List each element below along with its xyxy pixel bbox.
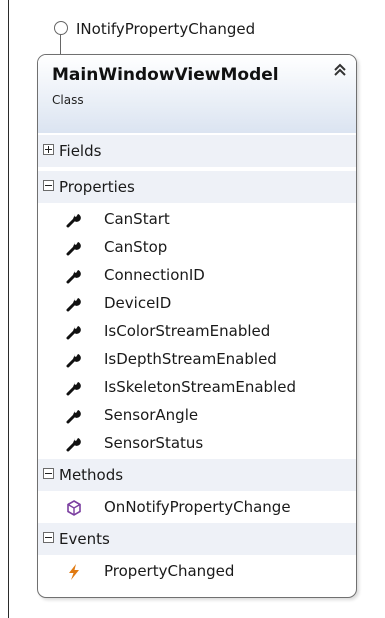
method-name: OnNotifyPropertyChange	[104, 498, 291, 516]
class-header[interactable]: MainWindowViewModel Class	[38, 55, 356, 133]
section-properties[interactable]: Properties	[38, 171, 356, 203]
wrench-icon	[65, 435, 83, 453]
wrench-icon	[65, 323, 83, 341]
wrench-icon	[65, 407, 83, 425]
property-item[interactable]: CanStart	[38, 205, 356, 233]
property-name: IsColorStreamEnabled	[104, 322, 271, 340]
wrench-icon	[65, 351, 83, 369]
property-name: IsSkeletonStreamEnabled	[104, 378, 296, 396]
wrench-icon	[65, 295, 83, 313]
interface-name: INotifyPropertyChanged	[76, 20, 256, 38]
property-name: DeviceID	[104, 294, 172, 312]
property-item[interactable]: SensorStatus	[38, 429, 356, 457]
section-label: Methods	[59, 466, 124, 484]
section-label: Fields	[59, 142, 102, 160]
wrench-icon	[65, 239, 83, 257]
collapse-chevron-icon[interactable]	[332, 63, 348, 81]
method-item[interactable]: OnNotifyPropertyChange	[38, 493, 356, 521]
property-item[interactable]: IsSkeletonStreamEnabled	[38, 373, 356, 401]
wrench-icon	[65, 379, 83, 397]
property-name: IsDepthStreamEnabled	[104, 350, 277, 368]
property-item[interactable]: IsColorStreamEnabled	[38, 317, 356, 345]
section-fields[interactable]: Fields	[38, 135, 356, 167]
property-item[interactable]: ConnectionID	[38, 261, 356, 289]
lightning-icon	[65, 563, 83, 581]
property-item[interactable]: CanStop	[38, 233, 356, 261]
collapse-minus-icon[interactable]	[43, 180, 54, 191]
expand-plus-icon[interactable]	[43, 144, 54, 155]
property-item[interactable]: IsDepthStreamEnabled	[38, 345, 356, 373]
property-name: CanStop	[104, 238, 168, 256]
section-label: Events	[59, 530, 110, 548]
property-item[interactable]: SensorAngle	[38, 401, 356, 429]
method-cube-icon	[65, 499, 83, 517]
event-name: PropertyChanged	[104, 562, 235, 580]
property-name: SensorAngle	[104, 406, 199, 424]
interface-connector	[60, 34, 61, 54]
class-name: MainWindowViewModel	[52, 65, 279, 85]
collapse-minus-icon[interactable]	[43, 468, 54, 479]
event-item[interactable]: PropertyChanged	[38, 557, 356, 585]
collapse-minus-icon[interactable]	[43, 532, 54, 543]
property-name: ConnectionID	[104, 266, 205, 284]
wrench-icon	[65, 211, 83, 229]
class-shape[interactable]: MainWindowViewModel Class Fields Propert…	[37, 54, 357, 598]
interface-lollipop-icon	[54, 21, 68, 35]
class-kind: Class	[52, 93, 84, 107]
section-label: Properties	[59, 178, 135, 196]
section-events[interactable]: Events	[38, 523, 356, 555]
property-item[interactable]: DeviceID	[38, 289, 356, 317]
property-name: SensorStatus	[104, 434, 204, 452]
property-name: CanStart	[104, 210, 170, 228]
section-methods[interactable]: Methods	[38, 459, 356, 491]
wrench-icon	[65, 267, 83, 285]
